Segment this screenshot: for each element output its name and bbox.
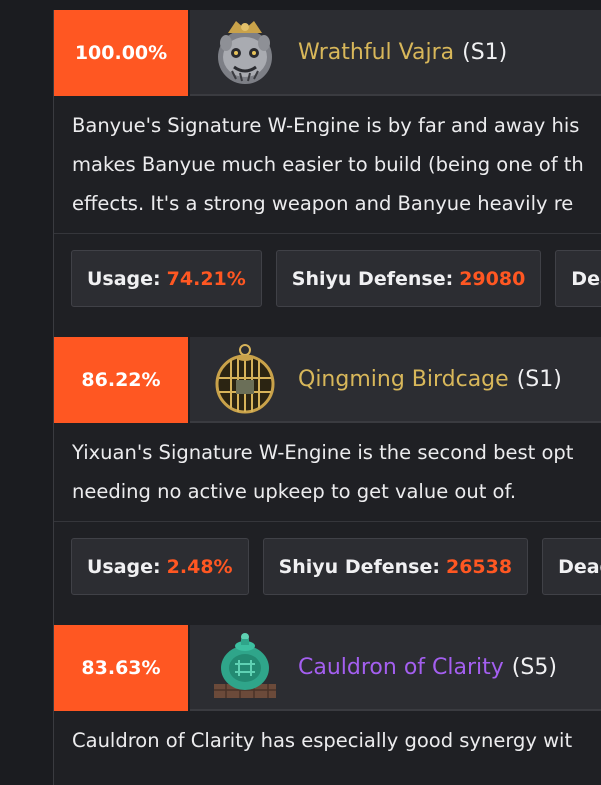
engine-rank: (S1) — [462, 39, 508, 65]
title-bar: Cauldron of Clarity (S5) — [190, 625, 601, 711]
engine-description: Banyue's Signature W-Engine is by far an… — [54, 96, 601, 233]
stat-value: 2.48% — [166, 555, 233, 578]
shiyu-defense-stat: Shiyu Defense: 26538 — [262, 538, 529, 595]
engine-rank: (S5) — [511, 654, 557, 680]
stat-label: Shiyu Defense: — [278, 555, 440, 578]
deadly-assault-stat: Dead — [555, 250, 601, 307]
stat-label: Usage: — [87, 555, 161, 578]
engine-rank: (S1) — [516, 366, 562, 392]
stat-label: Shiyu Defense: — [291, 267, 454, 290]
stat-label: Deadly — [558, 555, 601, 578]
engine-name-line: Qingming Birdcage (S1) — [298, 367, 562, 392]
percent-badge: 100.00% — [54, 10, 188, 96]
stat-value: 26538 — [445, 555, 513, 578]
description-line: effects. It's a strong weapon and Banyue… — [72, 192, 574, 215]
usage-stat: Usage: 74.21% — [71, 250, 262, 307]
engine-description: Yixuan's Signature W-Engine is the secon… — [54, 423, 601, 521]
engine-name[interactable]: Cauldron of Clarity — [298, 655, 504, 680]
shiyu-defense-stat: Shiyu Defense: 29080 — [275, 250, 542, 307]
stats-row: Usage:2.48% Shiyu Defense:26538 Deadly — [54, 521, 601, 611]
stat-label: Usage: — [87, 267, 161, 290]
description-line: needing no active upkeep to get value ou… — [72, 480, 517, 503]
qingming-birdcage-icon — [215, 344, 275, 414]
engine-name-line: Cauldron of Clarity (S5) — [298, 655, 557, 680]
description-line: Cauldron of Clarity has especially good … — [72, 729, 573, 752]
engine-name[interactable]: Qingming Birdcage — [298, 367, 509, 392]
w-engine-list: 100.00% Wrathful Vajra (S1) Banyue's Sig… — [53, 10, 601, 785]
cauldron-of-clarity-icon — [214, 633, 276, 698]
title-bar: Wrathful Vajra (S1) — [190, 10, 601, 96]
stat-value: 74.21% — [166, 267, 246, 290]
description-line: Yixuan's Signature W-Engine is the secon… — [72, 441, 574, 464]
engine-description: Cauldron of Clarity has especially good … — [54, 711, 601, 770]
wrathful-vajra-icon — [218, 21, 272, 84]
engine-name[interactable]: Wrathful Vajra — [298, 40, 454, 65]
usage-stat: Usage: 2.48% — [71, 538, 249, 595]
description-line: Banyue's Signature W-Engine is by far an… — [72, 114, 580, 137]
w-engine-card-qingming-birdcage: 86.22% Qingming Birdcage (S1) Yixuan's Si… — [53, 337, 601, 625]
engine-name-line: Wrathful Vajra (S1) — [298, 40, 507, 65]
percent-badge: 83.63% — [54, 625, 188, 711]
percent-badge: 86.22% — [54, 337, 188, 423]
card-header: 83.63% Cauldron of Clarity (S5) — [54, 625, 601, 711]
stat-label: Dead — [571, 267, 601, 290]
title-bar: Qingming Birdcage (S1) — [190, 337, 601, 423]
stats-row: Usage:74.21% Shiyu Defense:29080 Dead — [54, 233, 601, 323]
w-engine-card-cauldron-of-clarity: 83.63% Cauldron of Clarity (S5) Cauldron… — [53, 625, 601, 785]
stat-value: 29080 — [459, 267, 526, 290]
card-header: 86.22% Qingming Birdcage (S1) — [54, 337, 601, 423]
deadly-assault-stat: Deadly — [542, 538, 601, 595]
card-header: 100.00% Wrathful Vajra (S1) — [54, 10, 601, 96]
w-engine-card-wrathful-vajra: 100.00% Wrathful Vajra (S1) Banyue's Sig… — [53, 10, 601, 337]
description-line: makes Banyue much easier to build (being… — [72, 153, 584, 176]
